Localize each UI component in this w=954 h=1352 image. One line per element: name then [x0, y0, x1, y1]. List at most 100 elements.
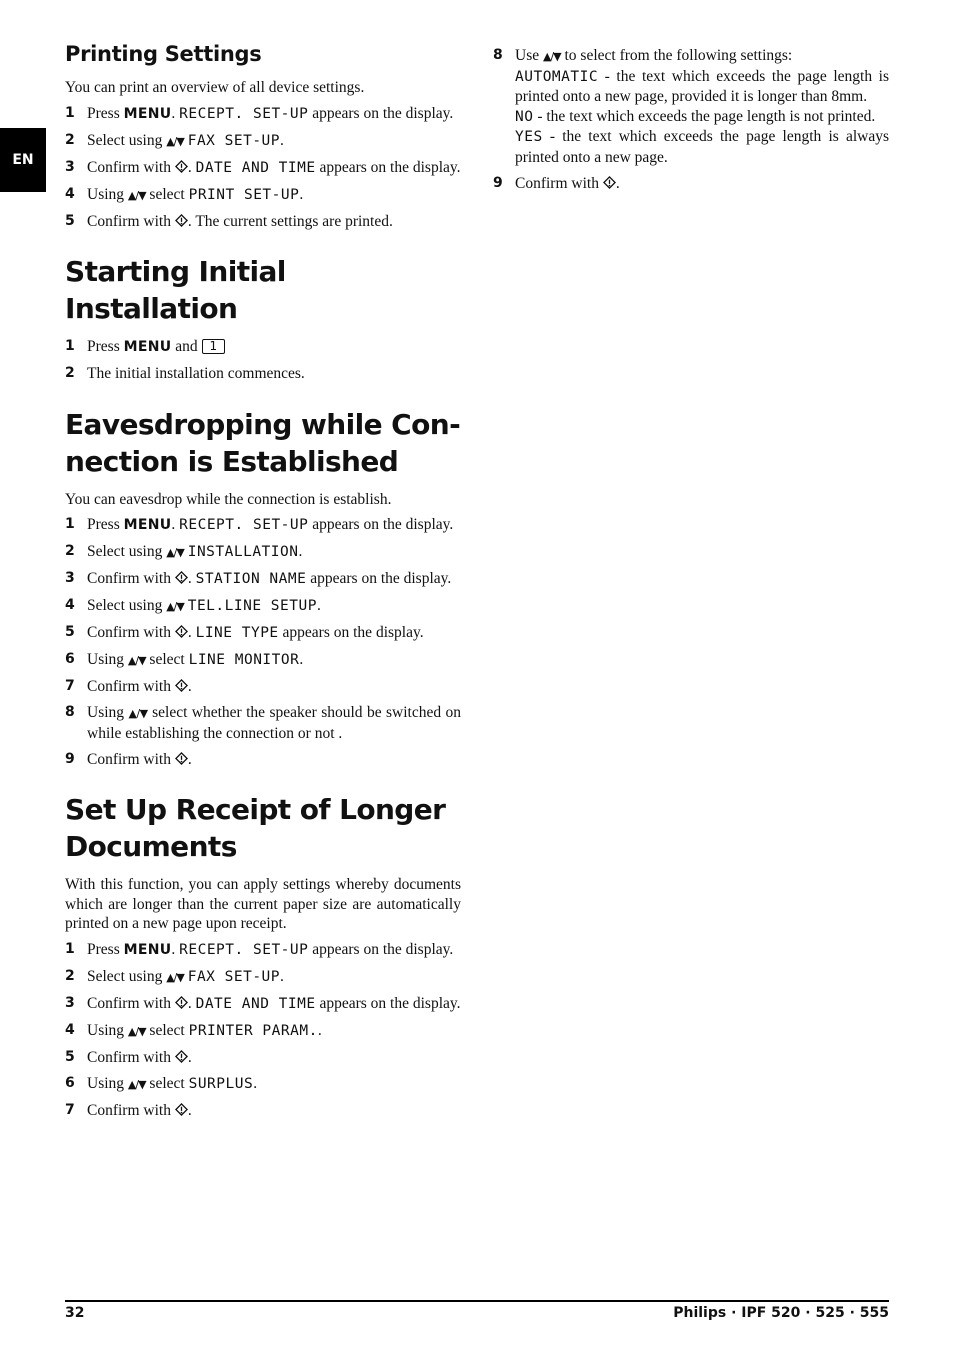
step-item: 5 Confirm with . LINE TYPE appears on the… — [65, 623, 461, 644]
step-text: . — [187, 1101, 192, 1119]
step-list: 1 Press MENU. RECEPT. SET-UP appears on t… — [65, 104, 461, 232]
step-number: 7 — [65, 1101, 75, 1118]
step-text: Confirm with — [87, 994, 175, 1012]
display-text: TEL.LINE SETUP — [187, 598, 317, 614]
section-title: Set Up Receipt of Longer Documents — [65, 791, 461, 865]
ok-icon — [174, 1102, 188, 1116]
display-text: YES — [515, 129, 543, 145]
step-number: 2 — [65, 543, 75, 559]
step-text: . — [187, 158, 196, 176]
step-number: 3 — [65, 570, 75, 586]
display-text: RECEPT. SET-UP — [179, 105, 309, 122]
step-item: 4 Using ▲/▼ select PRINTER PARAM.. — [65, 1021, 461, 1042]
step-text: select — [145, 185, 189, 203]
step-item: 6 Using ▲/▼ select SURPLUS. — [65, 1074, 461, 1095]
step-number: 2 — [65, 967, 75, 984]
section-set-up-receipt-longer-documents: Set Up Receipt of Longer Documents With … — [65, 791, 461, 1120]
ok-icon — [174, 1049, 188, 1063]
step-text: . — [253, 1074, 258, 1092]
step-item: 4 Using ▲/▼ select PRINT SET-UP. — [65, 185, 461, 206]
display-text: AUTOMATIC — [515, 68, 599, 85]
up-down-arrow-icon: ▲/▼ — [127, 654, 147, 667]
display-text: NO — [515, 108, 534, 125]
step-number: 6 — [65, 1074, 75, 1091]
ok-icon — [602, 175, 616, 189]
section-title-line: Eavesdropping while Con- — [65, 407, 461, 441]
step-text: - the text which exceeds the page length… — [515, 128, 889, 166]
step-text: Using — [87, 185, 128, 203]
step-list: 1 Press MENU. RECEPT. SET-UP appears on t… — [65, 515, 461, 769]
section-title: Starting Initial Installation — [65, 255, 286, 325]
ok-icon — [174, 995, 188, 1009]
step-text: . — [171, 940, 180, 958]
step-text: Press — [87, 104, 124, 122]
display-text: FAX SET-UP — [187, 132, 281, 149]
right-column: 8 Use ▲/▼ to select from the following se… — [493, 46, 889, 200]
section-title-line: Documents — [65, 830, 237, 863]
footer-product: Philips · IPF 520 · 525 · 555 — [673, 1305, 889, 1321]
step-number: 5 — [65, 212, 75, 229]
step-text: . — [187, 570, 196, 587]
step-text: . — [280, 131, 284, 149]
step-list: 1 Press MENU. RECEPT. SET-UP appears on t… — [65, 940, 461, 1121]
step-text: - the text which exceeds the page length… — [533, 107, 876, 125]
key-label: MENU — [123, 105, 172, 122]
step-text: Select using — [87, 597, 167, 614]
step-number: 8 — [493, 47, 503, 63]
step-item: 4 Select using ▲/▼ TEL.LINE SETUP. — [65, 596, 461, 617]
step-number: 5 — [65, 624, 75, 640]
setting-option: NO - the text which exceeds the page len… — [515, 107, 889, 128]
step-text: appears on the display. — [278, 624, 424, 641]
step-item: 3 Confirm with . DATE AND TIME appears on… — [65, 994, 461, 1015]
step-item: 2 Select using ▲/▼ FAX SET-UP. — [65, 131, 461, 152]
step-item: 8 Use ▲/▼ to select from the following se… — [493, 46, 889, 167]
step-text: . — [187, 994, 196, 1012]
section-title-line: nection is Established — [65, 444, 399, 478]
step-text: to select from the following settings: — [560, 47, 793, 64]
section-title-line: Set Up Receipt of Longer — [65, 793, 446, 826]
step-item: 7 Confirm with . — [65, 1101, 461, 1121]
section-title: Eavesdropping while Con- nection is Esta… — [65, 406, 461, 480]
page-number: 32 — [65, 1305, 85, 1321]
step-text: Using — [87, 651, 128, 668]
step-text: Confirm with — [515, 174, 603, 192]
step-number: 1 — [65, 338, 75, 354]
up-down-arrow-icon: ▲/▼ — [542, 50, 562, 63]
up-down-arrow-icon: ▲/▼ — [166, 134, 185, 148]
step-number: 1 — [65, 516, 75, 532]
step-number: 3 — [65, 158, 75, 175]
step-number: 2 — [65, 365, 75, 381]
step-number: 5 — [65, 1048, 75, 1065]
step-text: Confirm with — [87, 1101, 175, 1119]
step-item: 2 The initial installation commences. — [65, 364, 461, 384]
ok-icon — [174, 751, 188, 765]
step-number: 9 — [493, 174, 503, 191]
step-text: . — [299, 651, 304, 668]
step-text: Using — [87, 1021, 128, 1039]
step-text: appears on the display. — [308, 940, 454, 958]
up-down-arrow-icon: ▲/▼ — [166, 970, 185, 984]
step-text: appears on the display. — [308, 516, 454, 533]
display-text: STATION NAME — [195, 571, 307, 587]
section-printing-settings: Printing Settings You can print an overv… — [65, 40, 461, 231]
step-text: Press — [87, 940, 124, 958]
step-number: 4 — [65, 597, 75, 613]
step-text: Use — [515, 47, 543, 64]
step-text: appears on the display. — [306, 570, 452, 587]
display-text: DATE AND TIME — [195, 159, 316, 176]
display-text: PRINTER PARAM. — [188, 1022, 318, 1039]
step-item: 1 Press MENU. RECEPT. SET-UP appears on t… — [65, 104, 461, 125]
section-intro: You can eavesdrop while the connection i… — [65, 490, 392, 508]
ok-icon — [174, 159, 188, 173]
step-item: 3 Confirm with . STATION NAME appears on … — [65, 569, 461, 590]
step-text: . — [317, 1021, 322, 1039]
step-item: 2 Select using ▲/▼ INSTALLATION. — [65, 542, 461, 563]
step-text: select — [145, 651, 189, 668]
step-text: select — [145, 1021, 189, 1039]
step-text: The initial installation commences. — [87, 365, 305, 382]
step-text: appears on the display. — [315, 158, 461, 176]
step-text: . — [615, 174, 620, 192]
step-text: Confirm with — [87, 750, 175, 768]
step-item: 7 Confirm with . — [65, 677, 461, 697]
step-number: 8 — [65, 704, 75, 720]
